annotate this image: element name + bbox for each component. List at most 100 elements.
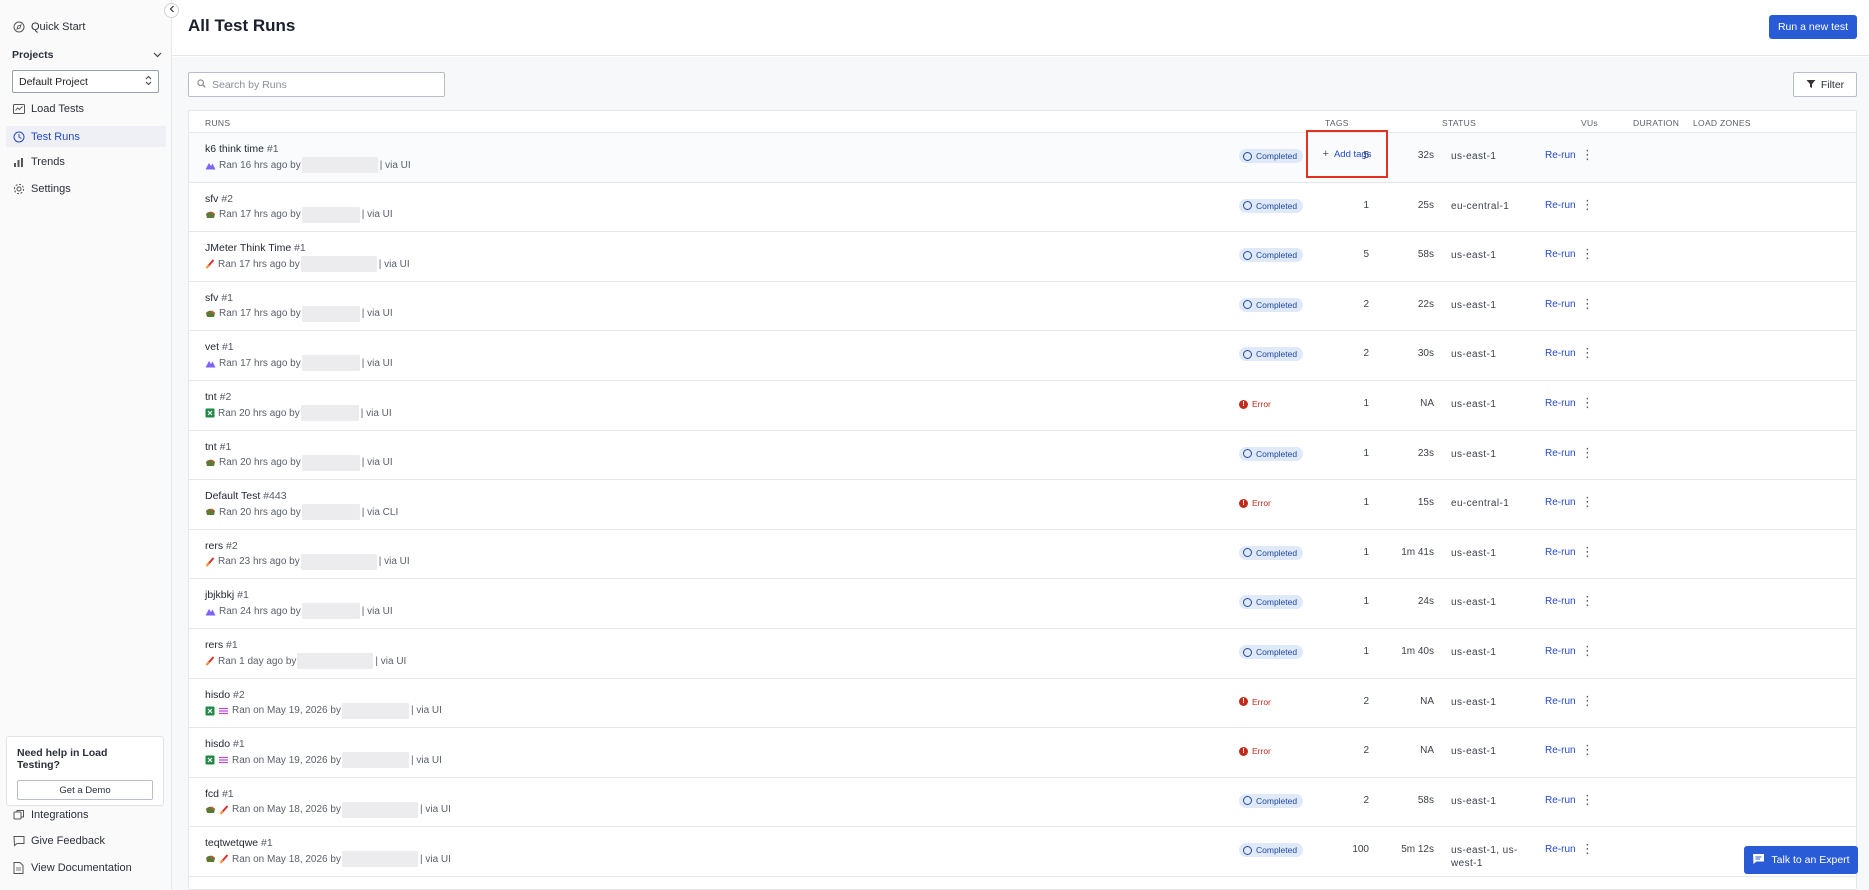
more-options-icon[interactable]: ⋮ [1581,643,1594,659]
sidebar-item-test-runs[interactable]: Test Runs [6,126,166,147]
run-name[interactable]: sfv #2 [205,193,233,205]
table-row[interactable]: vet #1 Ran 17 hrs ago by | via UI Comple… [189,331,1856,381]
load-zone-cell: us-east-1 [1451,745,1496,758]
more-options-icon[interactable]: ⋮ [1581,147,1594,163]
run-name[interactable]: teqtwetqwe #1 [205,837,273,849]
rerun-link[interactable]: Re-run [1545,299,1576,310]
table-row[interactable]: hisdo #1 Ran on May 19, 2026 by | via UI… [189,728,1856,778]
rerun-link[interactable]: Re-run [1545,745,1576,756]
load-zone: us-east-1 [1451,349,1497,361]
rerun-link[interactable]: Re-run [1545,150,1576,161]
table-row[interactable]: JMeter Think Time #1 Ran 17 hrs ago by |… [189,232,1856,282]
sidebar-item-trends[interactable]: Trends [12,153,162,171]
run-name[interactable]: JMeter Think Time #1 [205,242,306,254]
status-label: Completed [1256,647,1298,657]
more-options-icon[interactable]: ⋮ [1581,693,1594,709]
run-name[interactable]: k6 think time #1 [205,143,279,155]
duration-value: 58s [1417,794,1434,806]
table-row[interactable]: rers #1 Ran 1 day ago by | via UI Comple… [189,629,1856,679]
table-row[interactable]: tnt #2 Ran 20 hrs ago by | via UI ! Erro… [189,381,1856,431]
more-options-icon[interactable]: ⋮ [1581,494,1594,510]
table-row[interactable]: jbjkbkj #1 Ran 24 hrs ago by | via UI Co… [189,579,1856,629]
rerun-link[interactable]: Re-run [1545,646,1576,657]
run-name[interactable]: Default Test #443 [205,490,287,502]
run-name[interactable]: tnt #1 [205,441,231,453]
gatling-icon [205,507,216,517]
rerun-link[interactable]: Re-run [1545,547,1576,558]
rerun-link[interactable]: Re-run [1545,795,1576,806]
column-header-status: STATUS [1442,118,1477,128]
more-options-icon[interactable]: ⋮ [1581,296,1594,312]
rerun-link[interactable]: Re-run [1545,596,1576,607]
search-input[interactable] [212,78,432,91]
run-name[interactable]: vet #1 [205,341,234,353]
sidebar-item-give-feedback[interactable]: Give Feedback [12,832,162,850]
more-options-icon[interactable]: ⋮ [1581,197,1594,213]
sidebar-item-integrations[interactable]: Integrations [12,806,162,824]
vus-value: 2 [1363,298,1369,310]
run-number: #443 [263,490,287,503]
rerun-link[interactable]: Re-run [1545,348,1576,359]
project-select[interactable]: Default Project [12,70,159,93]
run-name[interactable]: rers #1 [205,639,238,651]
table-row[interactable]: k6 think time #1 Ran 16 hrs ago by | via… [189,133,1856,183]
more-options-icon[interactable]: ⋮ [1581,345,1594,361]
rerun-link[interactable]: Re-run [1545,398,1576,409]
vus-value: 1 [1363,546,1369,558]
table-row[interactable]: sfv #1 Ran 17 hrs ago by | via UI Comple… [189,281,1856,332]
search-box[interactable] [188,72,445,97]
run-new-test-button[interactable]: Run a new test [1768,15,1857,39]
table-row[interactable]: teqtwetqwe #1 Ran on May 18, 2026 by | v… [189,827,1856,877]
load-zone-cell: us-east-1, us-west-1 [1451,844,1518,870]
projects-header[interactable]: Projects [12,49,162,61]
collapse-sidebar-button[interactable] [164,3,179,18]
run-meta: Ran 17 hrs ago by | via UI [205,256,410,273]
talk-to-expert-button[interactable]: Talk to an Expert [1744,846,1858,874]
table-row[interactable]: tnt #1 Ran 20 hrs ago by | via UI Comple… [189,430,1856,481]
clock-icon [1243,151,1252,161]
redacted-user [341,851,418,868]
rerun-link[interactable]: Re-run [1545,696,1576,707]
sidebar-item-quick-start[interactable]: Quick Start [12,18,162,36]
table-row[interactable]: sfv #2 Ran 17 hrs ago by | via UI Comple… [189,182,1856,233]
rerun-link[interactable]: Re-run [1545,497,1576,508]
add-tags-button[interactable]: + Add tags [1306,130,1388,178]
more-options-icon[interactable]: ⋮ [1581,395,1594,411]
run-time: Ran 17 hrs ago by [218,258,300,270]
redacted-user [301,206,360,223]
sidebar-item-view-documentation[interactable]: View Documentation [12,859,162,877]
rerun-link[interactable]: Re-run [1545,844,1576,855]
more-options-icon[interactable]: ⋮ [1581,792,1594,808]
rerun-link[interactable]: Re-run [1545,200,1576,211]
run-name[interactable]: fcd #1 [205,788,234,800]
vus-value: 2 [1363,745,1369,757]
table-row[interactable]: hisdo #2 Ran on May 19, 2026 by | via UI… [189,678,1856,729]
run-name[interactable]: jbjkbkj #1 [205,589,249,601]
rerun-link[interactable]: Re-run [1545,448,1576,459]
status-label: Error [1252,746,1271,757]
run-name[interactable]: sfv #1 [205,292,233,304]
more-options-icon[interactable]: ⋮ [1581,544,1594,560]
sidebar-item-label: Give Feedback [31,835,105,847]
filter-button[interactable]: Filter [1793,72,1857,97]
load-zone-cell: us-east-1 [1451,596,1496,609]
rerun-link[interactable]: Re-run [1545,249,1576,260]
more-options-icon[interactable]: ⋮ [1581,246,1594,262]
status-badge: ! Error [1239,744,1277,758]
jmeter-icon [205,656,215,666]
table-row[interactable]: fcd #1 Ran on May 18, 2026 by | via UI C… [189,777,1856,828]
run-number: #2 [221,192,234,205]
more-options-icon[interactable]: ⋮ [1581,593,1594,609]
run-name[interactable]: tnt #2 [205,391,231,403]
get-demo-button[interactable]: Get a Demo [17,780,153,800]
table-row[interactable]: rers #2 Ran 23 hrs ago by | via UI Compl… [189,529,1856,580]
more-options-icon[interactable]: ⋮ [1581,742,1594,758]
run-name[interactable]: hisdo #1 [205,738,245,750]
sidebar-item-settings[interactable]: Settings [12,180,162,198]
more-options-icon[interactable]: ⋮ [1581,841,1594,857]
run-name[interactable]: rers #2 [205,540,238,552]
more-options-icon[interactable]: ⋮ [1581,445,1594,461]
sidebar-item-load-tests[interactable]: Load Tests [12,100,162,118]
run-name[interactable]: hisdo #2 [205,689,245,701]
table-row[interactable]: Default Test #443 Ran 20 hrs ago by | vi… [189,480,1856,530]
